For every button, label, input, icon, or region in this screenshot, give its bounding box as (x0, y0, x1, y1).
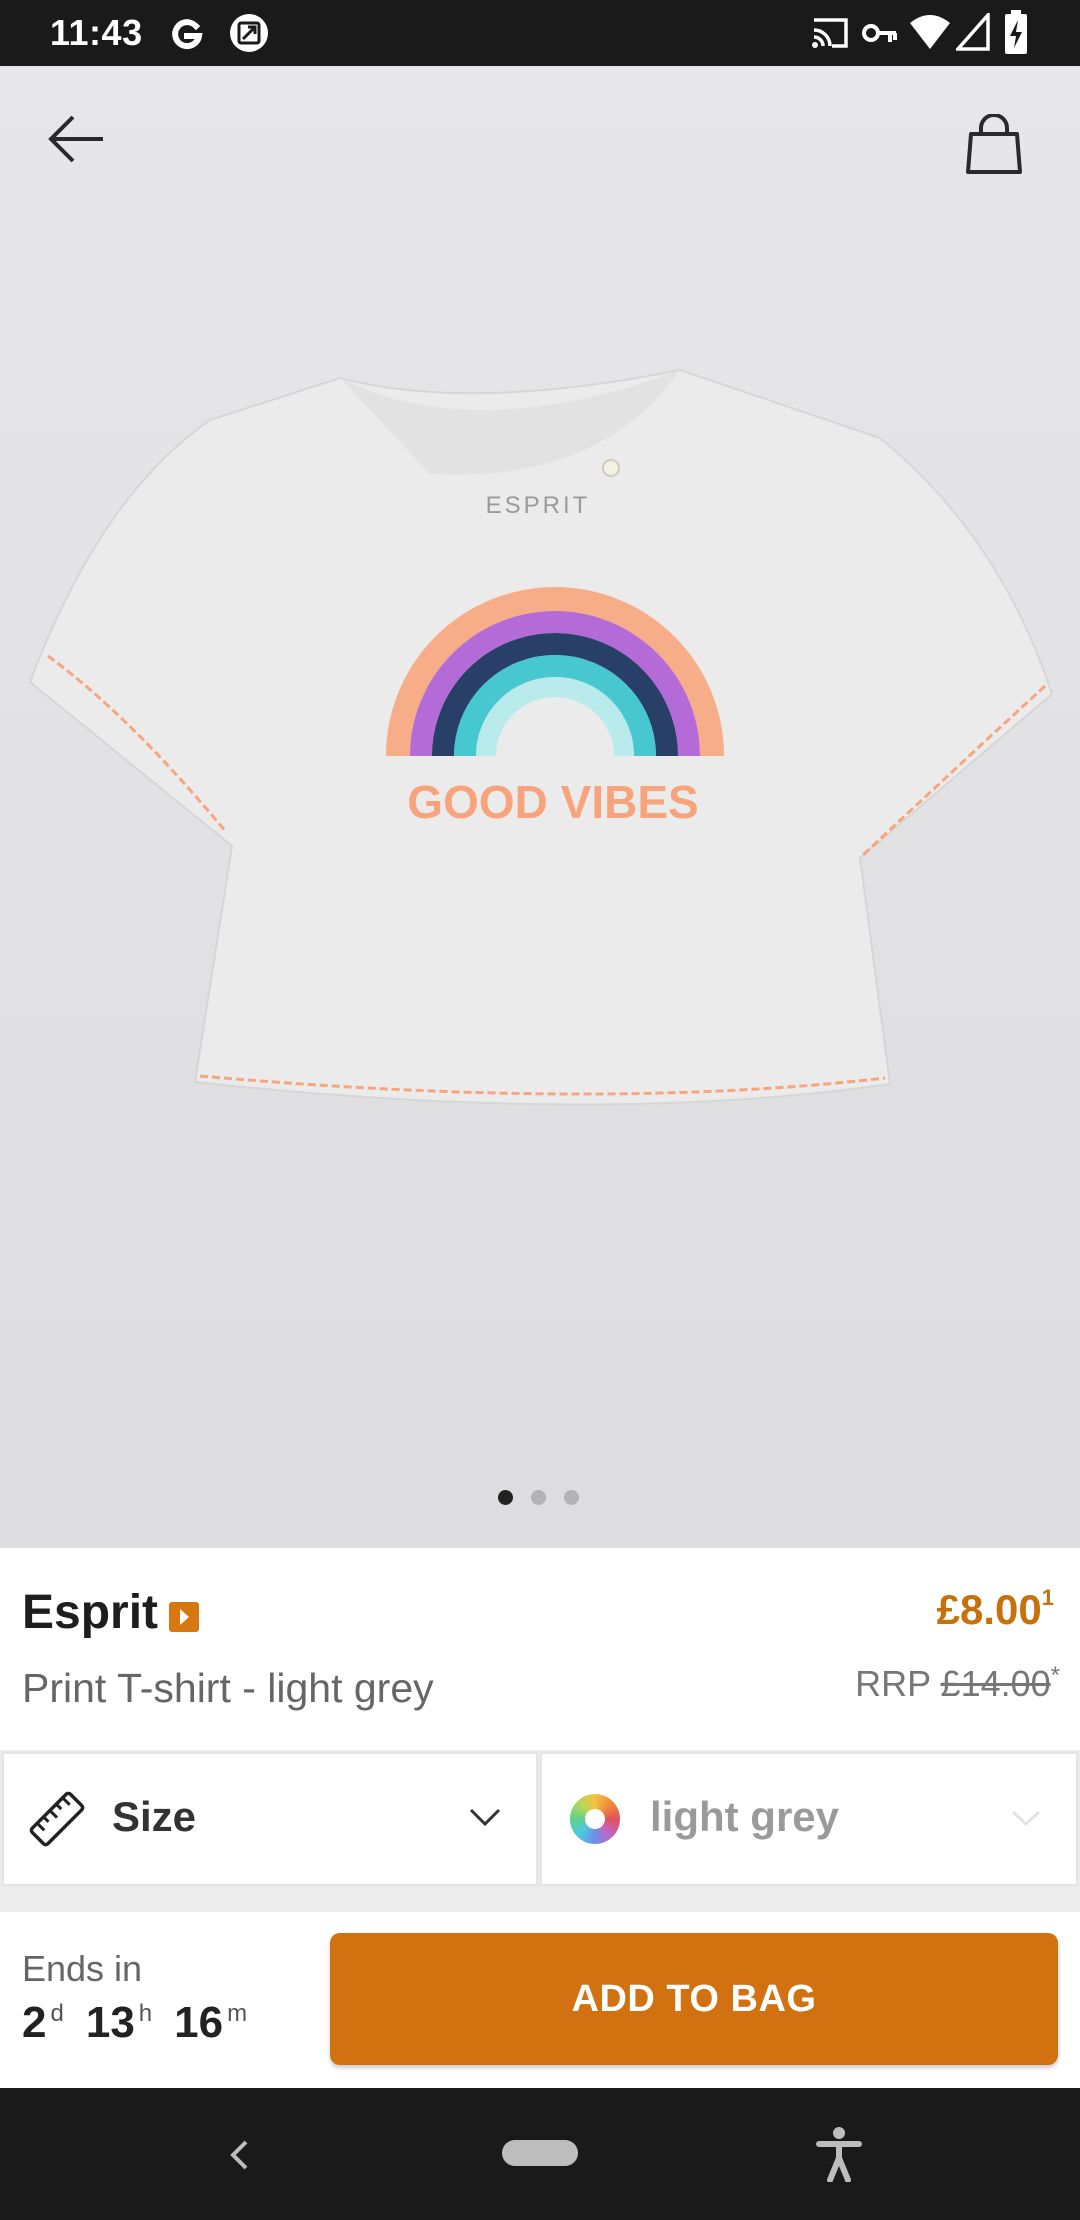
color-label: light grey (650, 1793, 840, 1840)
countdown-timer: 2 d 13 h 16 m (22, 1998, 269, 2048)
size-label: Size (112, 1793, 197, 1840)
accessibility-icon[interactable] (816, 2126, 862, 2182)
rrp-line: RRP £14.00* (855, 1662, 1060, 1705)
status-time: 11:43 (50, 12, 143, 53)
countdown-minutes-unit: m (227, 2000, 248, 2028)
price-footnote: 1 (1041, 1585, 1054, 1610)
sale-price-value: £8.00 (936, 1586, 1042, 1633)
signal-icon (956, 13, 990, 51)
ruler-icon (29, 1791, 85, 1847)
brand-arrow-icon[interactable] (169, 1602, 199, 1632)
rrp-label: RRP (855, 1663, 931, 1704)
cast-icon (812, 18, 848, 48)
carousel-dot-2[interactable] (531, 1490, 546, 1505)
chevron-down-icon (469, 1808, 501, 1827)
countdown-days-unit: d (50, 2000, 64, 2028)
tshirt-product-image: ESPRIT GOOD VIBES (28, 368, 1054, 1106)
chevron-down-icon (1011, 1810, 1041, 1827)
carousel-dot-1[interactable] (498, 1490, 513, 1505)
vpn-key-icon (862, 24, 897, 42)
add-to-bag-button[interactable]: ADD TO BAG (330, 1933, 1058, 2065)
product-image-area[interactable]: ESPRIT GOOD VIBES (0, 66, 1080, 1548)
product-title: Print T-shirt - light grey (22, 1665, 434, 1711)
nav-back-icon[interactable] (226, 2138, 252, 2172)
battery-charging-icon (1005, 10, 1027, 54)
screenshot-icon (230, 14, 268, 52)
carousel-dot-3[interactable] (564, 1490, 579, 1505)
tshirt-neck-label-text: ESPRIT (486, 492, 591, 519)
countdown-minutes: 16 (174, 1998, 224, 2047)
countdown-hours-unit: h (138, 2000, 153, 2028)
nav-home-icon[interactable] (502, 2140, 578, 2166)
wifi-icon (910, 15, 950, 49)
countdown-days: 2 (22, 1998, 47, 2047)
status-bar: 11:43 (0, 0, 1080, 66)
brand-name[interactable]: Esprit (22, 1585, 158, 1640)
color-wheel-icon (570, 1794, 620, 1844)
tshirt-print-text: GOOD VIBES (407, 776, 698, 828)
rrp-footnote: * (1050, 1662, 1060, 1689)
countdown-hours: 13 (85, 1998, 135, 2047)
ends-in-label: Ends in (22, 1948, 143, 1989)
g-icon (172, 19, 203, 50)
sale-price: £8.001 (936, 1585, 1054, 1634)
rrp-price: £14.00 (940, 1663, 1051, 1704)
